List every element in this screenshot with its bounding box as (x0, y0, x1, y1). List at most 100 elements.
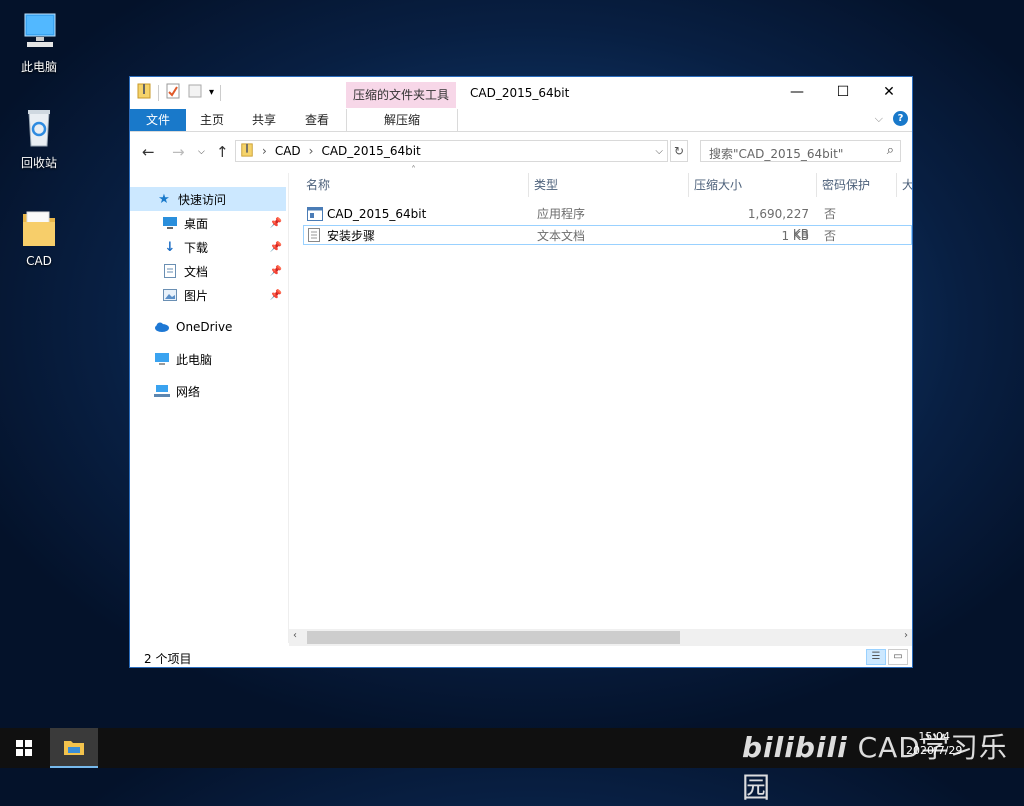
pin-icon: 📌 (269, 289, 282, 301)
nav-item-label: 桌面 (184, 216, 209, 231)
title-bar[interactable]: ▾ 压缩的文件夹工具 CAD_2015_64bit — ☐ ✕ (130, 77, 912, 109)
column-header-size[interactable]: 大 (897, 173, 912, 197)
column-header-password-protected[interactable]: 密码保护 (817, 173, 897, 197)
tab-extract[interactable]: 解压缩 (346, 109, 458, 131)
nav-item-pictures[interactable]: 图片 📌 (130, 283, 286, 307)
desktop-icon-cad-folder[interactable]: CAD (8, 206, 70, 268)
breadcrumb-cad[interactable]: CAD (275, 144, 301, 158)
refresh-button[interactable]: ↻ (670, 140, 688, 162)
computer-icon (19, 10, 59, 54)
minimize-button[interactable]: — (774, 77, 820, 107)
breadcrumb-chevron-icon: › (308, 144, 314, 158)
scroll-left-arrow-icon[interactable]: ‹ (293, 630, 297, 641)
nav-item-label: 快速访问 (178, 192, 227, 207)
bilibili-watermark: bilibili CAD学习乐园 (742, 726, 1024, 806)
file-name: CAD_2015_64bit (327, 207, 427, 221)
nav-item-label: 网络 (176, 384, 201, 399)
desktop-icon-recycle-bin[interactable]: 回收站 (8, 106, 70, 171)
windows-logo-icon (16, 740, 32, 756)
file-name: 安装步骤 (327, 229, 376, 243)
clock-time: 15:04 (918, 730, 951, 743)
column-header-name[interactable]: 名称 (301, 173, 529, 197)
tab-share[interactable]: 共享 (244, 109, 284, 131)
new-folder-icon[interactable] (187, 83, 203, 102)
quick-access-toolbar: ▾ (136, 83, 222, 102)
system-clock[interactable]: 15:04 2020/7/29 (906, 730, 962, 758)
address-dropdown-icon[interactable]: ⌵ (655, 146, 663, 157)
details-view-icon[interactable]: ☰ (866, 649, 886, 665)
navigation-pane: ★ 快速访问 桌面 📌 ↓ 下载 📌 文档 📌 图片 📌 OneDrive 此电… (130, 173, 289, 643)
nav-item-documents[interactable]: 文档 📌 (130, 259, 286, 283)
column-header-row: ˄ 名称 类型 压缩大小 密码保护 大 (301, 165, 912, 197)
file-type: 文本文档 (537, 229, 586, 243)
nav-item-onedrive[interactable]: OneDrive (130, 315, 286, 339)
forward-arrow-icon[interactable]: → (172, 143, 185, 161)
download-icon: ↓ (164, 239, 176, 255)
star-icon: ★ (158, 191, 170, 207)
nav-item-quick-access[interactable]: ★ 快速访问 (130, 187, 286, 211)
tab-home[interactable]: 主页 (192, 109, 232, 131)
tab-view[interactable]: 查看 (297, 109, 337, 131)
nav-item-downloads[interactable]: ↓ 下载 📌 (130, 235, 286, 259)
compressed-folder-tools-header: 压缩的文件夹工具 (346, 82, 456, 108)
close-button[interactable]: ✕ (866, 77, 912, 107)
document-icon (162, 263, 178, 279)
breadcrumb-chevron-icon: › (262, 144, 267, 158)
ribbon-tabs: 文件 主页 共享 查看 解压缩 ⌵ ? (130, 109, 912, 132)
window-title: CAD_2015_64bit (470, 86, 570, 100)
nav-item-label: 此电脑 (176, 352, 213, 367)
file-protected: 否 (824, 229, 837, 243)
nav-item-label: OneDrive (176, 320, 233, 334)
search-input[interactable]: 搜索"CAD_2015_64bit" ⌕ (700, 140, 901, 162)
bilibili-logo-icon: bilibili (742, 731, 848, 764)
horizontal-scrollbar[interactable]: ‹ › (289, 629, 912, 646)
nav-item-network[interactable]: 网络 (130, 379, 286, 403)
large-icons-view-icon[interactable]: ▭ (888, 649, 908, 665)
separator (158, 84, 159, 101)
explorer-window: ▾ 压缩的文件夹工具 CAD_2015_64bit — ☐ ✕ 文件 主页 共享… (129, 76, 913, 668)
recent-locations-chevron-icon[interactable]: ⌵ (198, 147, 205, 157)
customize-qat-icon[interactable]: ▾ (209, 87, 214, 98)
nav-item-desktop[interactable]: 桌面 📌 (130, 211, 286, 235)
desktop-icon-label: 回收站 (20, 156, 57, 170)
separator (220, 84, 222, 101)
zip-folder-icon (136, 83, 152, 102)
nav-item-label: 文档 (184, 264, 209, 279)
scrollbar-thumb[interactable] (307, 631, 680, 644)
expand-ribbon-icon[interactable]: ⌵ (875, 112, 883, 126)
desktop-icon-this-pc[interactable]: 此电脑 (8, 10, 70, 75)
breadcrumb-cad-2015[interactable]: CAD_2015_64bit (321, 144, 420, 158)
back-arrow-icon[interactable]: ← (142, 143, 155, 161)
file-size: 1 KB (781, 229, 809, 243)
file-row[interactable]: CAD_2015_64bit 应用程序 1,690,227 KB 否 (303, 204, 912, 241)
scroll-right-arrow-icon[interactable]: › (904, 630, 908, 641)
clock-date: 2020/7/29 (906, 744, 963, 757)
recycle-bin-icon (19, 106, 59, 150)
nav-item-this-pc[interactable]: 此电脑 (130, 347, 286, 371)
desktop-icon-label: CAD (26, 254, 52, 268)
nav-item-label: 下载 (184, 240, 209, 255)
properties-icon[interactable] (165, 83, 181, 102)
view-toggle: ☰ ▭ (866, 649, 908, 665)
zip-folder-icon (240, 142, 254, 160)
taskbar-file-explorer[interactable] (50, 728, 98, 768)
column-header-compressed-size[interactable]: 压缩大小 (689, 173, 817, 197)
file-row[interactable]: 安装步骤 文本文档 1 KB 否 (303, 225, 912, 245)
tab-file[interactable]: 文件 (130, 109, 186, 131)
cloud-icon (154, 319, 170, 335)
network-icon (154, 383, 170, 399)
text-file-icon (308, 228, 320, 248)
pin-icon: 📌 (269, 217, 282, 229)
start-button[interactable] (0, 728, 48, 768)
status-bar: 2 个项目 ☰ ▭ (130, 649, 912, 667)
pin-icon: 📌 (269, 265, 282, 277)
folder-icon (19, 206, 59, 250)
maximize-button[interactable]: ☐ (820, 77, 866, 107)
address-row: ← → ⌵ ↑ › CAD › CAD_2015_64bit ⌵ ↻ 搜索"CA… (130, 139, 912, 165)
desktop-icon (162, 215, 178, 231)
column-header-type[interactable]: 类型 (529, 173, 689, 197)
help-icon[interactable]: ? (893, 111, 908, 126)
address-bar[interactable]: › CAD › CAD_2015_64bit ⌵ (235, 140, 668, 162)
up-arrow-icon[interactable]: ↑ (216, 143, 229, 161)
search-placeholder: 搜索"CAD_2015_64bit" (709, 147, 844, 161)
